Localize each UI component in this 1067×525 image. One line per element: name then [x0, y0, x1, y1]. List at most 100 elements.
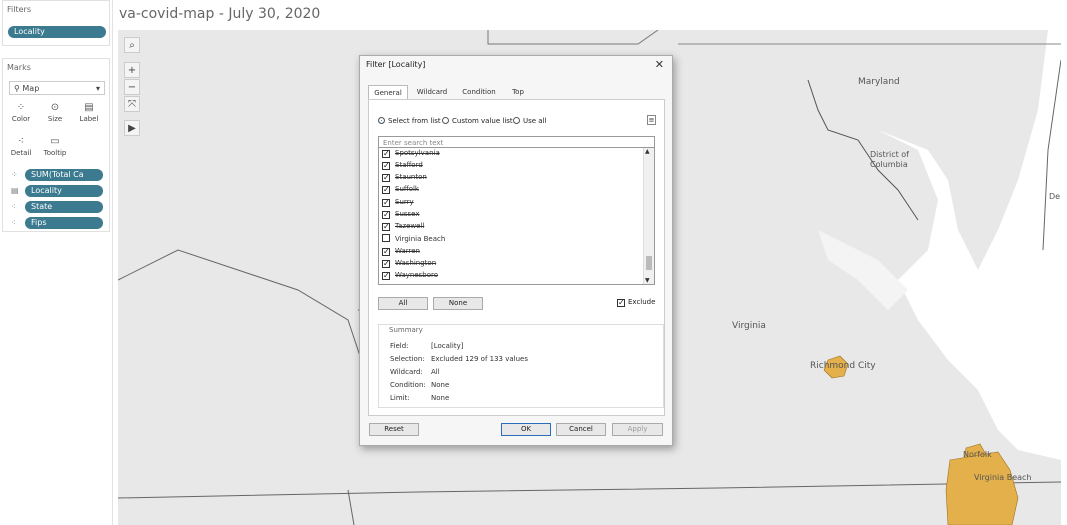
mark-type-select[interactable]: ⚲ Map ▾ [9, 81, 105, 95]
list-item-label: Suffolk [395, 185, 419, 193]
map-label-de: De [1049, 192, 1061, 201]
radio-custom-value-list[interactable]: Custom value list [442, 117, 513, 125]
list-item-label: Stafford [395, 161, 423, 169]
expand-toolbar-button[interactable]: ▶ [124, 120, 140, 136]
summary-value: Excluded 129 of 133 values [431, 355, 529, 363]
tab-wildcard[interactable]: Wildcard [412, 85, 452, 99]
checkbox-checked-icon: ✓ [382, 247, 390, 256]
list-scrollbar[interactable]: ▲ ▼ [643, 148, 654, 284]
bay-inlet [818, 230, 908, 310]
filters-card: Filters Locality [2, 0, 110, 46]
summary-row-selection: Selection: Excluded 129 of 133 values [390, 355, 528, 363]
list-options-icon[interactable]: ≡ [647, 115, 656, 125]
size-icon: ⊙ [50, 102, 60, 113]
tab-condition[interactable]: Condition [456, 85, 502, 99]
tab-top[interactable]: Top [506, 85, 530, 99]
list-item[interactable]: ✓ Staunton [382, 171, 427, 183]
detail-button[interactable]: ⁖ Detail [7, 135, 35, 163]
checkbox-checked-icon: ✓ [382, 149, 390, 158]
pin-button[interactable]: ⤧ [124, 96, 140, 112]
reset-button[interactable]: Reset [369, 423, 419, 436]
list-item-label: Tazewell [395, 222, 425, 230]
radio-use-all[interactable]: Use all [513, 117, 546, 125]
field-pill-total-cases[interactable]: SUM(Total Ca [25, 169, 103, 181]
list-item[interactable]: ✓ Suffolk [382, 183, 419, 195]
checkbox-checked-icon: ✓ [382, 161, 390, 170]
checkbox-checked-icon: ✓ [382, 222, 390, 231]
list-item[interactable]: ✓ Tazewell [382, 220, 424, 232]
all-button[interactable]: All [378, 297, 428, 310]
apply-button[interactable]: Apply [612, 423, 663, 436]
summary-title: Summary [389, 326, 423, 334]
list-item[interactable]: ✓ Waynesboro [382, 269, 438, 281]
summary-row-field: Field: [Locality] [390, 342, 463, 350]
summary-row-limit: Limit: None [390, 394, 449, 402]
list-item[interactable]: Virginia Beach [382, 233, 445, 245]
radio-select-from-list[interactable]: Select from list [378, 117, 441, 125]
search-icon: ⌕ [129, 40, 135, 51]
list-item[interactable]: ✓ Sussex [382, 208, 420, 220]
close-icon[interactable]: ✕ [655, 58, 664, 71]
scroll-thumb[interactable] [646, 256, 652, 270]
checkbox-checked-icon: ✓ [382, 259, 390, 268]
color-button[interactable]: ⁘ Color [7, 101, 35, 129]
search-input[interactable]: Enter search text [378, 136, 655, 148]
field-pill-locality[interactable]: Locality [25, 185, 103, 197]
size-button[interactable]: ⊙ Size [41, 101, 69, 129]
label-shelf-icon: ▤ [11, 186, 19, 195]
summary-row-wildcard: Wildcard: All [390, 368, 440, 376]
scroll-up-icon[interactable]: ▲ [645, 148, 650, 155]
list-item-label: Washington [395, 259, 437, 267]
radio-use-all-label: Use all [523, 117, 547, 125]
exclude-checkbox[interactable]: ✓ Exclude [617, 298, 655, 307]
field-pill-state[interactable]: State [25, 201, 103, 213]
locality-list[interactable]: ✓ Spotsylvania ✓ Stafford ✓ Staunton ✓ Suffo… [378, 148, 655, 285]
pin-icon: ⤧ [128, 99, 136, 110]
list-item[interactable]: ✓ Washington [382, 257, 436, 269]
list-item-label: Warren [395, 247, 420, 255]
map-label-norfolk: Norfolk [963, 450, 992, 459]
summary-value: All [431, 368, 440, 376]
list-item[interactable]: ✓ Warren [382, 245, 420, 257]
minus-icon: − [127, 82, 137, 93]
scroll-down-icon[interactable]: ▼ [645, 277, 650, 284]
radio-select-from-list-label: Select from list [388, 117, 441, 125]
field-pill-fips[interactable]: Fips [25, 217, 103, 229]
list-item-label: Sussex [395, 210, 420, 218]
list-item-label: Staunton [395, 173, 427, 181]
tooltip-icon: ▭ [50, 136, 60, 147]
detail-shelf-icon: ⁖ [11, 218, 16, 227]
exclude-label: Exclude [628, 298, 656, 306]
checkbox-checked-icon: ✓ [382, 198, 390, 207]
list-item-label: Spotsylvania [395, 149, 440, 157]
tab-general[interactable]: General [368, 85, 408, 99]
list-item[interactable]: ✓ Spotsylvania [382, 148, 440, 159]
ok-button[interactable]: OK [501, 423, 551, 436]
label-label: Label [79, 115, 99, 123]
summary-key: Field: [390, 342, 409, 350]
checkbox-checked-icon: ✓ [382, 271, 390, 280]
tooltip-button[interactable]: ▭ Tooltip [41, 135, 69, 163]
left-pane: Filters Locality Marks ⚲ Map ▾ ⁘ Color ⊙ S… [0, 0, 113, 525]
play-icon: ▶ [128, 123, 136, 134]
marks-title: Marks [7, 63, 31, 72]
label-button[interactable]: ▤ Label [75, 101, 103, 129]
filter-pill-locality[interactable]: Locality [8, 26, 106, 38]
map-search-button[interactable]: ⌕ [124, 37, 140, 53]
summary-box: Summary Field: [Locality] Selection: Exclu… [378, 324, 664, 408]
checkbox-checked-icon: ✓ [382, 185, 390, 194]
none-button[interactable]: None [433, 297, 483, 310]
list-item[interactable]: ✓ Surry [382, 196, 414, 208]
dialog-title: Filter [Locality] [366, 60, 426, 69]
color-label: Color [11, 115, 31, 123]
zoom-in-button[interactable]: + [124, 62, 140, 78]
plus-icon: + [127, 65, 137, 76]
cancel-button[interactable]: Cancel [556, 423, 606, 436]
zoom-out-button[interactable]: − [124, 79, 140, 95]
border-line [118, 481, 1061, 499]
color-shelf-icon: ⁘ [11, 170, 18, 179]
list-item[interactable]: ✓ Stafford [382, 159, 423, 171]
map-label-maryland: Maryland [858, 77, 900, 87]
virginia-beach-shape [945, 451, 1019, 525]
general-panel: Select from list Custom value list Use a… [368, 99, 665, 416]
